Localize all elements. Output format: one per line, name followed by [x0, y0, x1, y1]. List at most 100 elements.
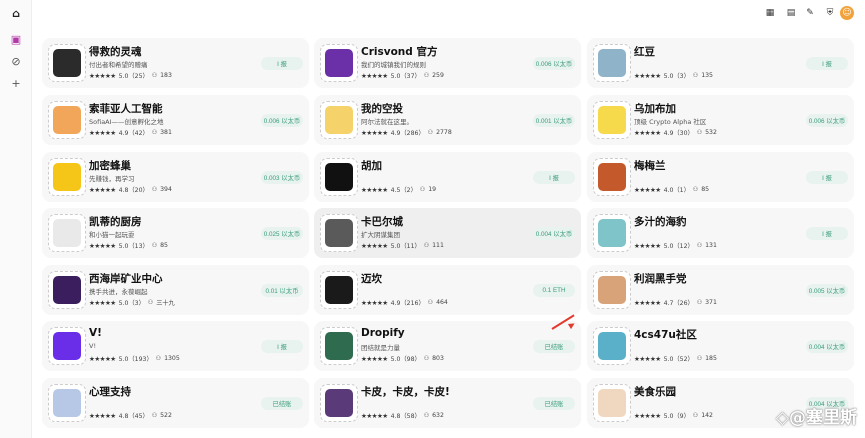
join-price-button[interactable]: 0.004 以太币	[533, 227, 575, 240]
users-icon: ⚇	[151, 72, 158, 79]
users-icon: ⚇	[692, 412, 699, 419]
community-meta: ★★★★★ 4.8（45） ⚇ 522	[89, 411, 172, 421]
community-card[interactable]: 加密蜂巢 先赚钱，再学习 ★★★★★ 4.8（20） ⚇ 394 0.003 以太币	[42, 152, 309, 202]
flag-icon[interactable]: ▦	[764, 7, 776, 19]
community-image	[598, 332, 626, 360]
add-icon[interactable]: +	[9, 76, 23, 90]
join-price-button[interactable]: 0.001 以太币	[533, 114, 575, 127]
shield-icon[interactable]: ⛨	[824, 7, 836, 19]
users-icon: ⚇	[423, 242, 430, 249]
rating-text: 4.9（216）	[390, 300, 425, 307]
join-price-button[interactable]: 0.025 以太币	[261, 227, 303, 240]
member-count: 803	[432, 355, 444, 362]
community-image	[325, 276, 353, 304]
community-card[interactable]: 卡巴尔城 扩大阴谋集团 ★★★★★ 5.0（11） ⚇ 111 0.004 以太币	[314, 208, 581, 258]
star-rating-icon: ★★★★★	[361, 354, 388, 363]
app-logo-icon[interactable]: ⌂	[9, 6, 23, 20]
community-card[interactable]: V! V! ★★★★★ 5.0（193） ⚇ 1305 I 报	[42, 321, 309, 371]
compass-icon[interactable]: ⊘	[9, 54, 23, 68]
community-card[interactable]: 心理支持 ★★★★★ 4.8（45） ⚇ 522 已结账	[42, 378, 309, 428]
community-card[interactable]: 梅梅兰 ★★★★★ 4.0（1） ⚇ 85 I 报	[587, 152, 854, 202]
community-thumbnail	[593, 44, 631, 82]
join-price-button[interactable]: 0.01 以太币	[261, 284, 303, 297]
community-card[interactable]: 索菲亚人工智能 SofiaAI——创意孵化之地 ★★★★★ 4.9（42） ⚇ 381 0.…	[42, 95, 309, 145]
community-card[interactable]: 我的空投 阿尔法就在这里。 ★★★★★ 4.9（286） ⚇ 2778 0.001 以太币	[314, 95, 581, 145]
join-price-button[interactable]: I 报	[261, 340, 303, 353]
community-card[interactable]: 凯蒂的厨房 和小猫一起玩耍 ★★★★★ 5.0（13） ⚇ 85 0.025 以太币	[42, 208, 309, 258]
community-name: 多汁的海豹	[634, 216, 687, 228]
join-price-button[interactable]: 0.1 ETH	[533, 284, 575, 297]
users-icon: ⚇	[692, 72, 699, 79]
community-card[interactable]: Crisvond 官方 我们的城镇我们的规则 ★★★★★ 5.0（37） ⚇ 259 0.0…	[314, 38, 581, 88]
community-name: 加密蜂巢	[89, 160, 131, 172]
community-image	[325, 219, 353, 247]
star-rating-icon: ★★★★★	[89, 71, 116, 80]
community-card[interactable]: 利润黑手党 ★★★★★ 4.7（26） ⚇ 371 0.005 以太币	[587, 265, 854, 315]
rating-text: 4.5（2）	[390, 187, 417, 194]
join-price-button[interactable]: 0.005 以太币	[806, 284, 848, 297]
community-name: Dropify	[361, 327, 405, 339]
community-image	[598, 389, 626, 417]
community-meta: ★★★★★ 5.0（25） ⚇ 183	[89, 71, 172, 81]
star-rating-icon: ★★★★★	[89, 241, 116, 250]
join-price-button[interactable]: 0.006 以太币	[533, 57, 575, 70]
member-count: 464	[436, 299, 448, 306]
community-image	[598, 219, 626, 247]
community-card[interactable]: 胡加 ★★★★★ 4.5（2） ⚇ 19 I 报	[314, 152, 581, 202]
community-card[interactable]: 卡皮，卡皮，卡皮! ★★★★★ 4.8（58） ⚇ 632 已结账	[314, 378, 581, 428]
watermark: ◇@塞里斯	[775, 408, 857, 428]
avatar[interactable]: ☺	[840, 6, 854, 20]
join-price-button[interactable]: I 报	[806, 57, 848, 70]
member-count: 632	[432, 412, 444, 419]
join-price-button[interactable]: I 报	[533, 171, 575, 184]
community-meta: ★★★★★ 4.5（2） ⚇ 19	[361, 185, 436, 195]
member-count: 371	[705, 299, 717, 306]
store-icon[interactable]: ▣	[9, 32, 23, 46]
star-rating-icon: ★★★★★	[361, 128, 388, 137]
rating-text: 5.0（3）	[118, 300, 145, 307]
star-rating-icon: ★★★★★	[89, 298, 116, 307]
rating-text: 4.9（286）	[390, 130, 425, 137]
member-count: 1305	[164, 355, 180, 362]
member-count: 522	[160, 412, 172, 419]
join-price-button[interactable]: I 报	[806, 227, 848, 240]
users-icon: ⚇	[692, 186, 699, 193]
join-price-button[interactable]: 0.006 以太币	[261, 114, 303, 127]
community-card[interactable]: 得救的灵魂 付出者和希望的赠痛 ★★★★★ 5.0（25） ⚇ 183 I 报	[42, 38, 309, 88]
join-price-button[interactable]: I 报	[261, 57, 303, 70]
community-description: 和小猫一起玩耍	[89, 231, 135, 239]
member-count: 131	[705, 242, 717, 249]
rating-text: 4.8（20）	[118, 187, 149, 194]
community-card[interactable]: 红豆 ★★★★★ 5.0（3） ⚇ 135 I 报	[587, 38, 854, 88]
rating-text: 5.0（12）	[663, 243, 694, 250]
join-price-button[interactable]: 已结账	[533, 340, 575, 353]
join-price-button[interactable]: 已结账	[533, 397, 575, 410]
community-card[interactable]: 西海岸矿业中心 携手共进，永葆崛起 ★★★★★ 5.0（3） ⚇ 三十九 0.01 以太币	[42, 265, 309, 315]
star-rating-icon: ★★★★★	[361, 241, 388, 250]
community-thumbnail	[593, 158, 631, 196]
community-name: Crisvond 官方	[361, 46, 438, 58]
join-price-button[interactable]: I 报	[806, 171, 848, 184]
community-card[interactable]: 迈坎 ★★★★★ 4.9（216） ⚇ 464 0.1 ETH	[314, 265, 581, 315]
users-icon: ⚇	[151, 242, 158, 249]
community-image	[53, 389, 81, 417]
community-card[interactable]: Dropify 团结就是力量 ★★★★★ 5.0（98） ⚇ 803 已结账	[314, 321, 581, 371]
community-card[interactable]: 乌加布加 顶级 Crypto Alpha 社区 ★★★★★ 4.9（30） ⚇ 532 0.…	[587, 95, 854, 145]
community-image	[325, 332, 353, 360]
users-icon: ⚇	[423, 355, 430, 362]
join-price-button[interactable]: 已结账	[261, 397, 303, 410]
pen-icon[interactable]: ✎	[804, 7, 816, 19]
community-thumbnail	[593, 101, 631, 139]
community-name: 迈坎	[361, 273, 382, 285]
community-card[interactable]: 多汁的海豹 ★★★★★ 5.0（12） ⚇ 131 I 报	[587, 208, 854, 258]
community-image	[325, 49, 353, 77]
calendar-icon[interactable]: ▤	[785, 7, 797, 19]
join-price-button[interactable]: 0.003 以太币	[261, 171, 303, 184]
community-card[interactable]: 4cs47u社区 ★★★★★ 5.0（52） ⚇ 185 0.004 以太币	[587, 321, 854, 371]
member-count: 2778	[436, 129, 452, 136]
users-icon: ⚇	[151, 412, 158, 419]
join-price-button[interactable]: 0.006 以太币	[806, 114, 848, 127]
community-thumbnail	[593, 271, 631, 309]
member-count: 532	[705, 129, 717, 136]
join-price-button[interactable]: 0.004 以太币	[806, 340, 848, 353]
